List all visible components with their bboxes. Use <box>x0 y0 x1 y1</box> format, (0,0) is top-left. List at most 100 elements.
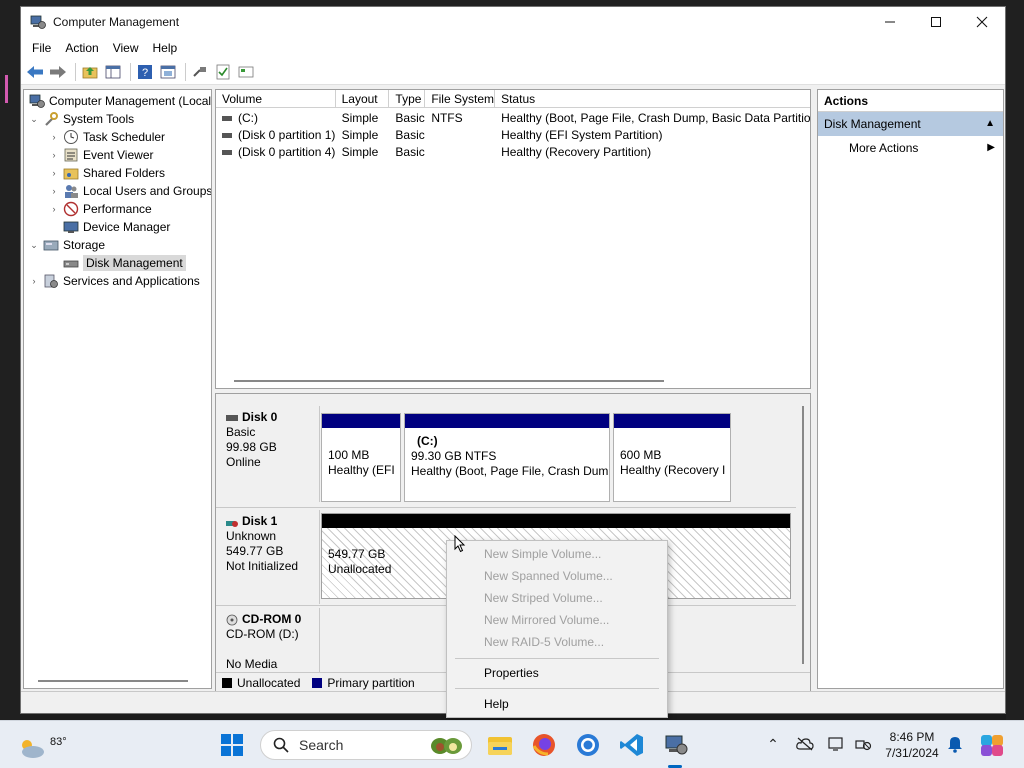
back-arrow-icon[interactable] <box>25 62 45 82</box>
type-cell: Basic <box>395 128 425 142</box>
menu-file[interactable]: File <box>25 41 58 55</box>
vscode-taskbar-icon[interactable] <box>618 731 646 759</box>
menu-item-new-striped-volume[interactable]: New Striped Volume... <box>447 587 667 609</box>
collapse-up-icon[interactable]: ▲ <box>985 112 995 136</box>
forward-arrow-icon[interactable] <box>48 62 68 82</box>
column-header-volume[interactable]: Volume <box>216 90 336 107</box>
tree-item-shared-folders[interactable]: › Shared Folders <box>48 164 166 182</box>
cloud-offline-icon[interactable] <box>796 735 814 753</box>
tree-item-root[interactable]: Computer Management (Local <box>26 92 211 110</box>
network-disconnected-icon[interactable] <box>854 735 872 753</box>
checklist-icon[interactable] <box>213 62 233 82</box>
tree-item-device-manager[interactable]: Device Manager <box>60 218 170 236</box>
close-icon[interactable] <box>959 7 1005 37</box>
up-folder-icon[interactable] <box>80 62 100 82</box>
cdrom-0-type: CD-ROM (D:) <box>226 627 299 641</box>
chrome-taskbar-icon[interactable] <box>574 731 602 759</box>
unallocated-label: Unallocated <box>328 562 392 576</box>
tree-label: Device Manager <box>83 220 171 234</box>
event-viewer-icon <box>63 147 79 163</box>
menu-item-new-spanned-volume[interactable]: New Spanned Volume... <box>447 565 667 587</box>
tree-item-local-users[interactable]: › Local Users and Groups <box>48 182 211 200</box>
table-row[interactable]: (C:) Simple Basic NTFS Healthy (Boot, Pa… <box>216 110 810 127</box>
menu-item-properties[interactable]: Properties <box>447 662 667 684</box>
partition-c-drive[interactable]: (C:) 99.30 GB NTFS Healthy (Boot, Page F… <box>404 413 610 502</box>
volume-horizontal-scrollbar[interactable] <box>234 380 664 382</box>
actions-section-disk-management[interactable]: Disk Management ▲ <box>818 112 1003 136</box>
partition-recovery[interactable]: 600 MB Healthy (Recovery I <box>613 413 731 502</box>
disk-0-name-row: Disk 0 <box>226 410 319 425</box>
start-button[interactable] <box>218 731 246 759</box>
partition-efi[interactable]: 100 MB Healthy (EFI <box>321 413 401 502</box>
tree-item-disk-management[interactable]: Disk Management <box>60 254 186 272</box>
disk-1-label[interactable]: Disk 1 Unknown 549.77 GB Not Initialized <box>216 510 320 604</box>
status-cell: Healthy (Recovery Partition) <box>501 145 652 159</box>
tree-item-event-viewer[interactable]: › Event Viewer <box>48 146 154 164</box>
weather-widget[interactable]: 83° <box>18 729 67 761</box>
taskbar: 83° Search ⌃ 8:46 PM 7/31/2024 <box>0 720 1024 768</box>
chevron-right-icon[interactable]: › <box>48 132 60 142</box>
computer-management-icon <box>30 14 46 30</box>
menu-view[interactable]: View <box>106 41 146 55</box>
tree-item-system-tools[interactable]: ⌄ System Tools <box>28 110 134 128</box>
clock-date: 7/31/2024 <box>885 746 939 760</box>
windows-logo-icon <box>221 734 243 756</box>
disk-management-icon <box>63 255 79 271</box>
column-header-status[interactable]: Status <box>495 90 810 107</box>
tree-item-task-scheduler[interactable]: › Task Scheduler <box>48 128 165 146</box>
title-bar[interactable]: Computer Management <box>21 7 1005 37</box>
actions-section-label: Disk Management <box>824 117 921 131</box>
minimize-icon[interactable] <box>867 7 913 37</box>
layout-cell: Simple <box>341 128 379 142</box>
system-clock[interactable]: 8:46 PM 7/31/2024 <box>880 729 944 761</box>
notification-bell-icon[interactable] <box>946 735 964 753</box>
chevron-right-icon[interactable]: › <box>48 204 60 214</box>
tree-item-services-applications[interactable]: › Services and Applications <box>28 272 200 290</box>
tree-item-storage[interactable]: ⌄ Storage <box>28 236 105 254</box>
menu-item-new-simple-volume[interactable]: New Simple Volume... <box>447 543 667 565</box>
chevron-right-icon[interactable]: › <box>48 186 60 196</box>
console-icon[interactable] <box>236 62 256 82</box>
tree-label: Services and Applications <box>63 274 200 288</box>
disk-vertical-scrollbar[interactable] <box>802 406 804 664</box>
chevron-up-icon[interactable]: ⌃ <box>764 735 782 753</box>
table-row[interactable]: (Disk 0 partition 1) Simple Basic Health… <box>216 127 810 144</box>
chevron-down-icon[interactable]: ⌄ <box>28 240 40 251</box>
properties-icon[interactable] <box>158 62 178 82</box>
menu-help[interactable]: Help <box>146 41 185 55</box>
show-hide-tree-icon[interactable] <box>103 62 123 82</box>
svg-text:?: ? <box>142 67 148 79</box>
actions-header: Actions <box>818 90 1003 112</box>
primary-partition-bar <box>322 414 400 428</box>
computer-management-taskbar-icon[interactable] <box>662 731 690 759</box>
disk-1-name: Disk 1 <box>242 514 278 528</box>
column-header-type[interactable]: Type <box>389 90 426 107</box>
chevron-down-icon[interactable]: ⌄ <box>28 114 40 125</box>
table-row[interactable]: (Disk 0 partition 4) Simple Basic Health… <box>216 144 810 161</box>
tree-item-performance[interactable]: › Performance <box>48 200 152 218</box>
file-explorer-taskbar-icon[interactable] <box>486 731 514 759</box>
menu-item-new-raid5-volume[interactable]: New RAID-5 Volume... <box>447 631 667 653</box>
maximize-icon[interactable] <box>913 7 959 37</box>
chevron-right-icon[interactable]: › <box>48 150 60 160</box>
taskbar-search-box[interactable]: Search <box>260 730 472 760</box>
menu-action[interactable]: Action <box>58 41 105 55</box>
more-actions-item[interactable]: More Actions ▶ <box>818 136 1003 160</box>
submenu-arrow-icon: ▶ <box>987 142 995 153</box>
column-header-layout[interactable]: Layout <box>336 90 390 107</box>
context-menu: New Simple Volume... New Spanned Volume.… <box>446 540 668 718</box>
display-icon[interactable] <box>828 735 846 753</box>
copilot-icon[interactable] <box>978 731 1006 759</box>
disk-0-label[interactable]: Disk 0 Basic 99.98 GB Online <box>216 406 320 502</box>
menu-item-new-mirrored-volume[interactable]: New Mirrored Volume... <box>447 609 667 631</box>
connect-icon[interactable] <box>190 62 210 82</box>
menu-item-help[interactable]: Help <box>447 693 667 715</box>
cdrom-0-label[interactable]: CD-ROM 0 CD-ROM (D:) No Media <box>216 608 320 678</box>
column-header-file-system[interactable]: File System <box>425 90 496 107</box>
desktop-left-edge <box>0 0 20 720</box>
chevron-right-icon[interactable]: › <box>28 276 40 286</box>
tree-horizontal-scrollbar[interactable] <box>38 680 188 682</box>
help-icon[interactable]: ? <box>135 62 155 82</box>
firefox-taskbar-icon[interactable] <box>530 731 558 759</box>
chevron-right-icon[interactable]: › <box>48 168 60 178</box>
